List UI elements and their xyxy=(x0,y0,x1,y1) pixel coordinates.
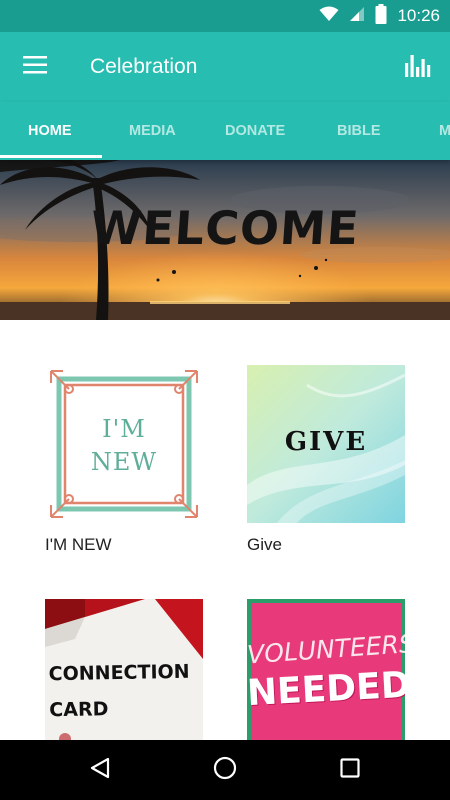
volunteers-image: VOLUNTEERS NEEDED! xyxy=(247,599,405,740)
hamburger-menu-icon xyxy=(23,56,47,78)
im-new-image-text: I'M NEW xyxy=(90,415,158,476)
menu-button[interactable] xyxy=(14,50,56,84)
back-button[interactable] xyxy=(80,750,120,790)
status-time: 10:26 xyxy=(397,6,440,25)
battery-icon xyxy=(375,4,387,28)
give-image: GIVE xyxy=(247,365,405,523)
tab-donate[interactable]: DONATE xyxy=(225,102,285,160)
welcome-heading: WELCOME xyxy=(88,201,362,255)
card-im-new[interactable]: I'M NEW I'M NEW xyxy=(45,365,203,555)
back-icon xyxy=(90,757,110,783)
give-image-text: GIVE xyxy=(284,427,368,457)
card-grid: I'M NEW I'M NEW GIVE Give CONNECTION CAR… xyxy=(0,320,450,740)
home-button[interactable] xyxy=(205,750,245,790)
app-title: Celebration xyxy=(90,55,198,78)
wifi-icon xyxy=(319,6,339,26)
app-bar: Celebration xyxy=(0,32,450,102)
tab-media[interactable]: MEDIA xyxy=(129,102,176,160)
recents-button[interactable] xyxy=(330,750,370,790)
im-new-image: I'M NEW xyxy=(45,365,203,523)
connection-image-text: CONNECTION CARD xyxy=(48,660,190,722)
status-bar: 10:26 xyxy=(0,0,450,32)
needed-image-text: NEEDED! xyxy=(247,663,405,715)
card-give[interactable]: GIVE Give xyxy=(247,365,405,555)
tab-indicator xyxy=(0,155,102,158)
card-volunteers[interactable]: VOLUNTEERS NEEDED! xyxy=(247,599,405,740)
welcome-banner[interactable]: WELCOME xyxy=(0,160,450,320)
system-nav-bar xyxy=(0,740,450,800)
status-icons: 10:26 xyxy=(319,0,440,32)
tab-home[interactable]: HOME xyxy=(28,102,72,160)
home-icon xyxy=(213,756,237,784)
card-connection[interactable]: CONNECTION CARD xyxy=(45,599,203,740)
recents-icon xyxy=(340,758,360,782)
connection-card-image: CONNECTION CARD xyxy=(45,599,203,740)
card-label-im-new: I'M NEW xyxy=(45,535,112,554)
bar-chart-icon xyxy=(405,53,431,81)
tab-bar: HOME MEDIA DONATE BIBLE M xyxy=(0,102,450,160)
cell-signal-icon xyxy=(349,6,365,26)
card-label-give: Give xyxy=(247,535,282,554)
tab-bible[interactable]: BIBLE xyxy=(337,102,381,160)
tab-more[interactable]: M xyxy=(439,102,450,160)
stats-button[interactable] xyxy=(398,50,438,84)
